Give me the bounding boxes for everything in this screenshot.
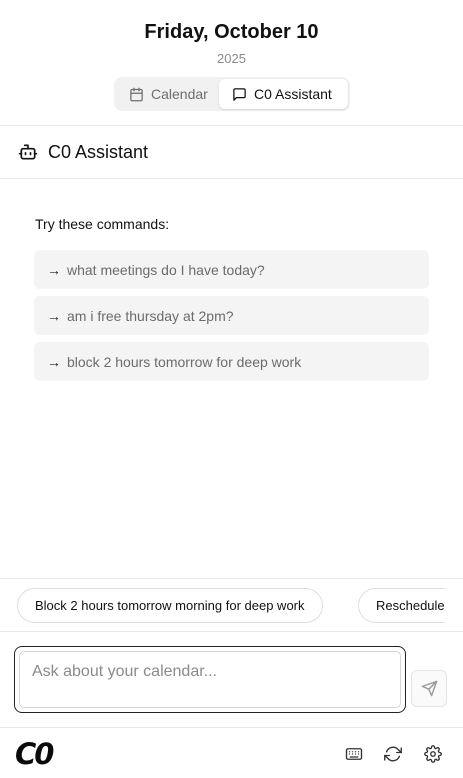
keyboard-icon — [345, 748, 363, 760]
refresh-icon — [384, 746, 402, 762]
send-icon — [421, 680, 437, 697]
suggestion-chips-strip[interactable]: Block 2 hours tomorrow morning for deep … — [0, 578, 463, 632]
command-suggestion[interactable]: → block 2 hours tomorrow for deep work — [34, 342, 429, 381]
settings-button[interactable] — [424, 745, 442, 763]
year-label: 2025 — [217, 51, 246, 66]
assistant-title-bar: C0 Assistant — [0, 126, 463, 179]
bot-icon — [18, 144, 38, 160]
send-button[interactable] — [411, 670, 447, 707]
arrow-right-icon: → — [47, 261, 61, 278]
chat-input-frame — [19, 651, 401, 708]
command-suggestion[interactable]: → what meetings do I have today? — [34, 250, 429, 289]
tab-calendar[interactable]: Calendar — [116, 79, 218, 109]
command-suggestion[interactable]: → am i free thursday at 2pm? — [34, 296, 429, 335]
app-root: Friday, October 10 2025 Calendar C0 Assi… — [0, 0, 463, 778]
message-square-icon — [233, 87, 246, 101]
settings-icon — [424, 745, 442, 763]
header: Friday, October 10 2025 Calendar C0 Assi… — [0, 0, 463, 126]
command-text: am i free thursday at 2pm? — [67, 307, 234, 324]
tab-assistant-label: C0 Assistant — [254, 86, 332, 102]
arrow-right-icon: → — [47, 353, 61, 370]
footer: C0 — [0, 727, 463, 778]
command-text: what meetings do I have today? — [67, 261, 265, 278]
calendar-icon — [130, 87, 143, 101]
command-text: block 2 hours tomorrow for deep work — [67, 353, 302, 370]
arrow-right-icon: → — [47, 307, 61, 324]
tab-calendar-label: Calendar — [151, 86, 208, 102]
chat-input-container — [14, 646, 406, 713]
view-switcher: Calendar C0 Assistant — [114, 77, 350, 111]
chat-input[interactable] — [20, 652, 400, 707]
refresh-button[interactable] — [384, 745, 402, 763]
keyboard-button[interactable] — [345, 745, 363, 763]
c0-logo: C0 — [15, 737, 54, 771]
date-title: Friday, October 10 — [144, 21, 319, 43]
commands-heading: Try these commands: — [35, 216, 170, 232]
assistant-title: C0 Assistant — [48, 142, 149, 162]
suggestion-chip[interactable]: Block 2 hours tomorrow morning for deep … — [17, 588, 323, 623]
strip-edge — [445, 579, 463, 631]
tab-assistant[interactable]: C0 Assistant — [219, 79, 348, 109]
